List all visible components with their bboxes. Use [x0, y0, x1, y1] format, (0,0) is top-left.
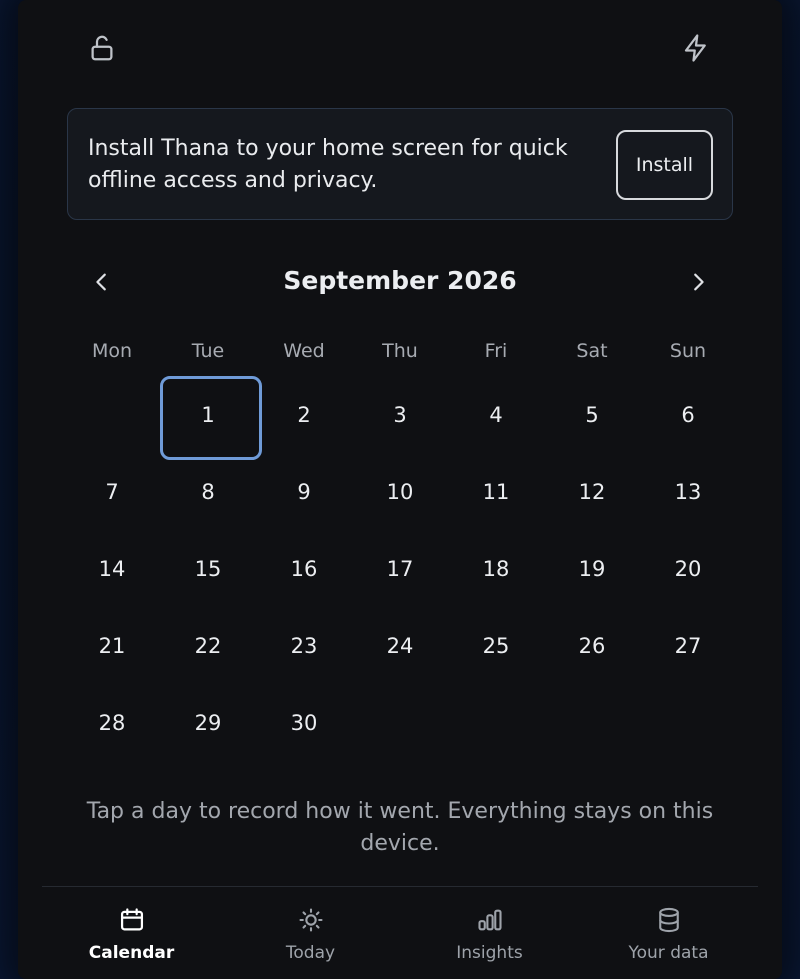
calendar-day[interactable]: 16	[256, 530, 352, 607]
calendar-day[interactable]: 23	[256, 607, 352, 684]
calendar-day[interactable]: 19	[544, 530, 640, 607]
nav-tab-your-data[interactable]: Your data	[579, 887, 758, 979]
weekday-label: Thu	[382, 340, 418, 362]
weekday-label: Sat	[576, 340, 608, 362]
month-header: September 2026	[18, 252, 782, 312]
calendar-day[interactable]: 26	[544, 607, 640, 684]
top-bar	[18, 0, 782, 95]
calendar-day[interactable]: 12	[544, 453, 640, 530]
calendar-day[interactable]: 6	[640, 376, 736, 453]
nav-label: Calendar	[88, 943, 175, 963]
calendar-day[interactable]: 25	[448, 607, 544, 684]
unlocked-padlock-icon	[91, 35, 113, 61]
month-title: September 2026	[283, 266, 517, 295]
calendar-day[interactable]: 14	[64, 530, 160, 607]
nav-tab-insights[interactable]: Insights	[400, 887, 579, 979]
weekday-label: Wed	[283, 340, 325, 362]
calendar-day[interactable]: 17	[352, 530, 448, 607]
calendar-day-selected[interactable]: 1	[160, 376, 262, 460]
sun-icon	[297, 905, 325, 935]
lightning-bolt-icon	[684, 34, 706, 62]
nav-tab-today[interactable]: Today	[221, 887, 400, 979]
install-button[interactable]: Install	[616, 130, 713, 200]
lock-button[interactable]	[80, 26, 124, 70]
calendar-day[interactable]: 15	[160, 530, 256, 607]
calendar-day[interactable]: 11	[448, 453, 544, 530]
install-message: Install Thana to your home screen for qu…	[88, 136, 568, 193]
calendar-day[interactable]: 21	[64, 607, 160, 684]
bar-chart-icon	[476, 905, 504, 935]
calendar-day[interactable]: 28	[64, 684, 160, 761]
nav-label: Insights	[456, 943, 523, 963]
nav-label: Your data	[628, 943, 709, 963]
calendar-day[interactable]: 13	[640, 453, 736, 530]
calendar-day[interactable]: 22	[160, 607, 256, 684]
install-banner: Install Thana to your home screen for qu…	[67, 108, 733, 220]
weekday-header-row: Mon Tue Wed Thu Fri Sat Sun	[64, 340, 736, 362]
calendar-day[interactable]: 10	[352, 453, 448, 530]
weekday-label: Mon	[91, 340, 133, 362]
chevron-right-icon	[694, 273, 704, 291]
calendar-day[interactable]: 30	[256, 684, 352, 761]
calendar-day[interactable]: 2	[256, 376, 352, 453]
nav-label: Today	[285, 943, 336, 963]
calendar-day[interactable]: 3	[352, 376, 448, 453]
calendar-day[interactable]: 8	[160, 453, 256, 530]
weekday-label: Fri	[484, 340, 508, 362]
nav-tab-calendar[interactable]: Calendar	[42, 887, 221, 979]
weekday-label: Tue	[191, 340, 225, 362]
calendar-day[interactable]: 27	[640, 607, 736, 684]
next-month-button[interactable]	[678, 262, 718, 302]
app-window: Install Thana to your home screen for qu…	[18, 0, 782, 979]
calendar-icon	[118, 905, 146, 935]
calendar-day[interactable]: 9	[256, 453, 352, 530]
hint-text: Tap a day to record how it went. Everyth…	[86, 799, 714, 856]
database-icon	[655, 905, 683, 935]
bottom-navigation: Calendar Today Insights Your data	[42, 886, 758, 979]
calendar-day[interactable]: 4	[448, 376, 544, 453]
quick-action-button[interactable]	[674, 26, 718, 70]
calendar-day[interactable]: 7	[64, 453, 160, 530]
weekday-label: Sun	[669, 340, 707, 362]
calendar-day-grid: 1 2 3 4 5 6 7 8 9 10 11 12 13 14 15 16 1…	[64, 376, 736, 761]
calendar-empty-cell	[64, 376, 160, 453]
calendar-day[interactable]: 5	[544, 376, 640, 453]
calendar-day[interactable]: 24	[352, 607, 448, 684]
calendar-day[interactable]: 20	[640, 530, 736, 607]
calendar-day[interactable]: 18	[448, 530, 544, 607]
calendar-day[interactable]: 29	[160, 684, 256, 761]
